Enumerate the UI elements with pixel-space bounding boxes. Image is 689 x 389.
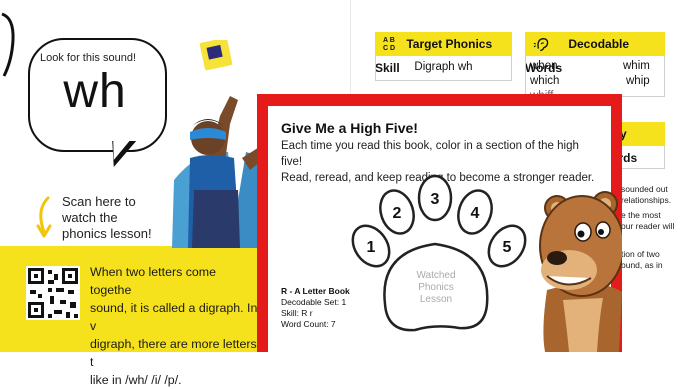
- bracket-decoration: [1, 12, 15, 77]
- target-skill-header: A BC D Target Phonics Skill: [375, 32, 512, 75]
- decodable-word: whip: [626, 75, 650, 87]
- skill-label: Skill: R r: [281, 308, 313, 318]
- decodable-set: Decodable Set: 1: [281, 297, 347, 307]
- side-note: e the most our reader will: [621, 210, 689, 232]
- side-note-line: e the most: [621, 210, 661, 220]
- side-note-line: our reader will: [621, 221, 675, 231]
- toe-label-5: 5: [503, 239, 512, 256]
- ear-icon: [533, 37, 549, 51]
- explanation-line: digraph, there are more letters t: [90, 337, 257, 369]
- pad-label-line: Lesson: [420, 294, 452, 305]
- target-sound: wh: [63, 65, 127, 118]
- side-note: sounded out relationships.: [621, 184, 689, 206]
- side-note-line: tion of two: [621, 249, 660, 259]
- scan-line: watch the: [62, 210, 118, 225]
- toe-label-2: 2: [393, 205, 402, 222]
- pad-label-line: Watched: [416, 270, 455, 281]
- decodable-word: which: [530, 75, 560, 87]
- pad-label-line: Phonics: [418, 282, 454, 293]
- toe-label-3: 3: [431, 191, 440, 208]
- scan-instructions: Scan here to watch the phonics lesson!: [62, 194, 162, 242]
- paw-tracker: 1 2 3 4 5 Watched Phonics Lesson: [351, 174, 527, 332]
- arrow-down-icon: [36, 196, 52, 238]
- card-title: Give Me a High Five!: [281, 120, 418, 136]
- qr-code-icon[interactable]: [26, 266, 80, 320]
- decodable-words-header: Decodable Words: [525, 32, 665, 75]
- target-skill-value: Digraph wh: [375, 56, 512, 81]
- toe-label-4: 4: [471, 205, 480, 222]
- side-note-line: ound, as in: [621, 260, 663, 270]
- abcd-icon: A BC D: [383, 36, 396, 52]
- word-count: Word Count: 7: [281, 319, 336, 329]
- explanation-line: like in /wh/ /i/ /p/.: [90, 373, 182, 387]
- bear-mascot: [539, 191, 622, 352]
- card-description-line: Each time you read this book, color in a…: [281, 140, 579, 168]
- explanation-line: When two letters come togethe: [90, 265, 217, 297]
- digraph-explanation: When two letters come togethe sound, it …: [90, 263, 260, 389]
- decodable-word: whim: [623, 60, 650, 72]
- scan-line: Scan here to: [62, 194, 136, 209]
- book-title: R - A Letter Book: [281, 286, 350, 296]
- side-note: tion of two ound, as in: [621, 249, 689, 271]
- decodable-word: when: [530, 60, 558, 72]
- decodable-words-list: when whim which whip whiff: [525, 56, 665, 102]
- side-note-line: sounded out: [621, 184, 668, 194]
- scan-line: phonics lesson!: [62, 226, 152, 241]
- bubble-prompt: Look for this sound!: [40, 52, 137, 64]
- explanation-line: sound, it is called a digraph. In v: [90, 301, 258, 333]
- toe-label-1: 1: [367, 239, 376, 256]
- side-note-line: relationships.: [621, 195, 672, 205]
